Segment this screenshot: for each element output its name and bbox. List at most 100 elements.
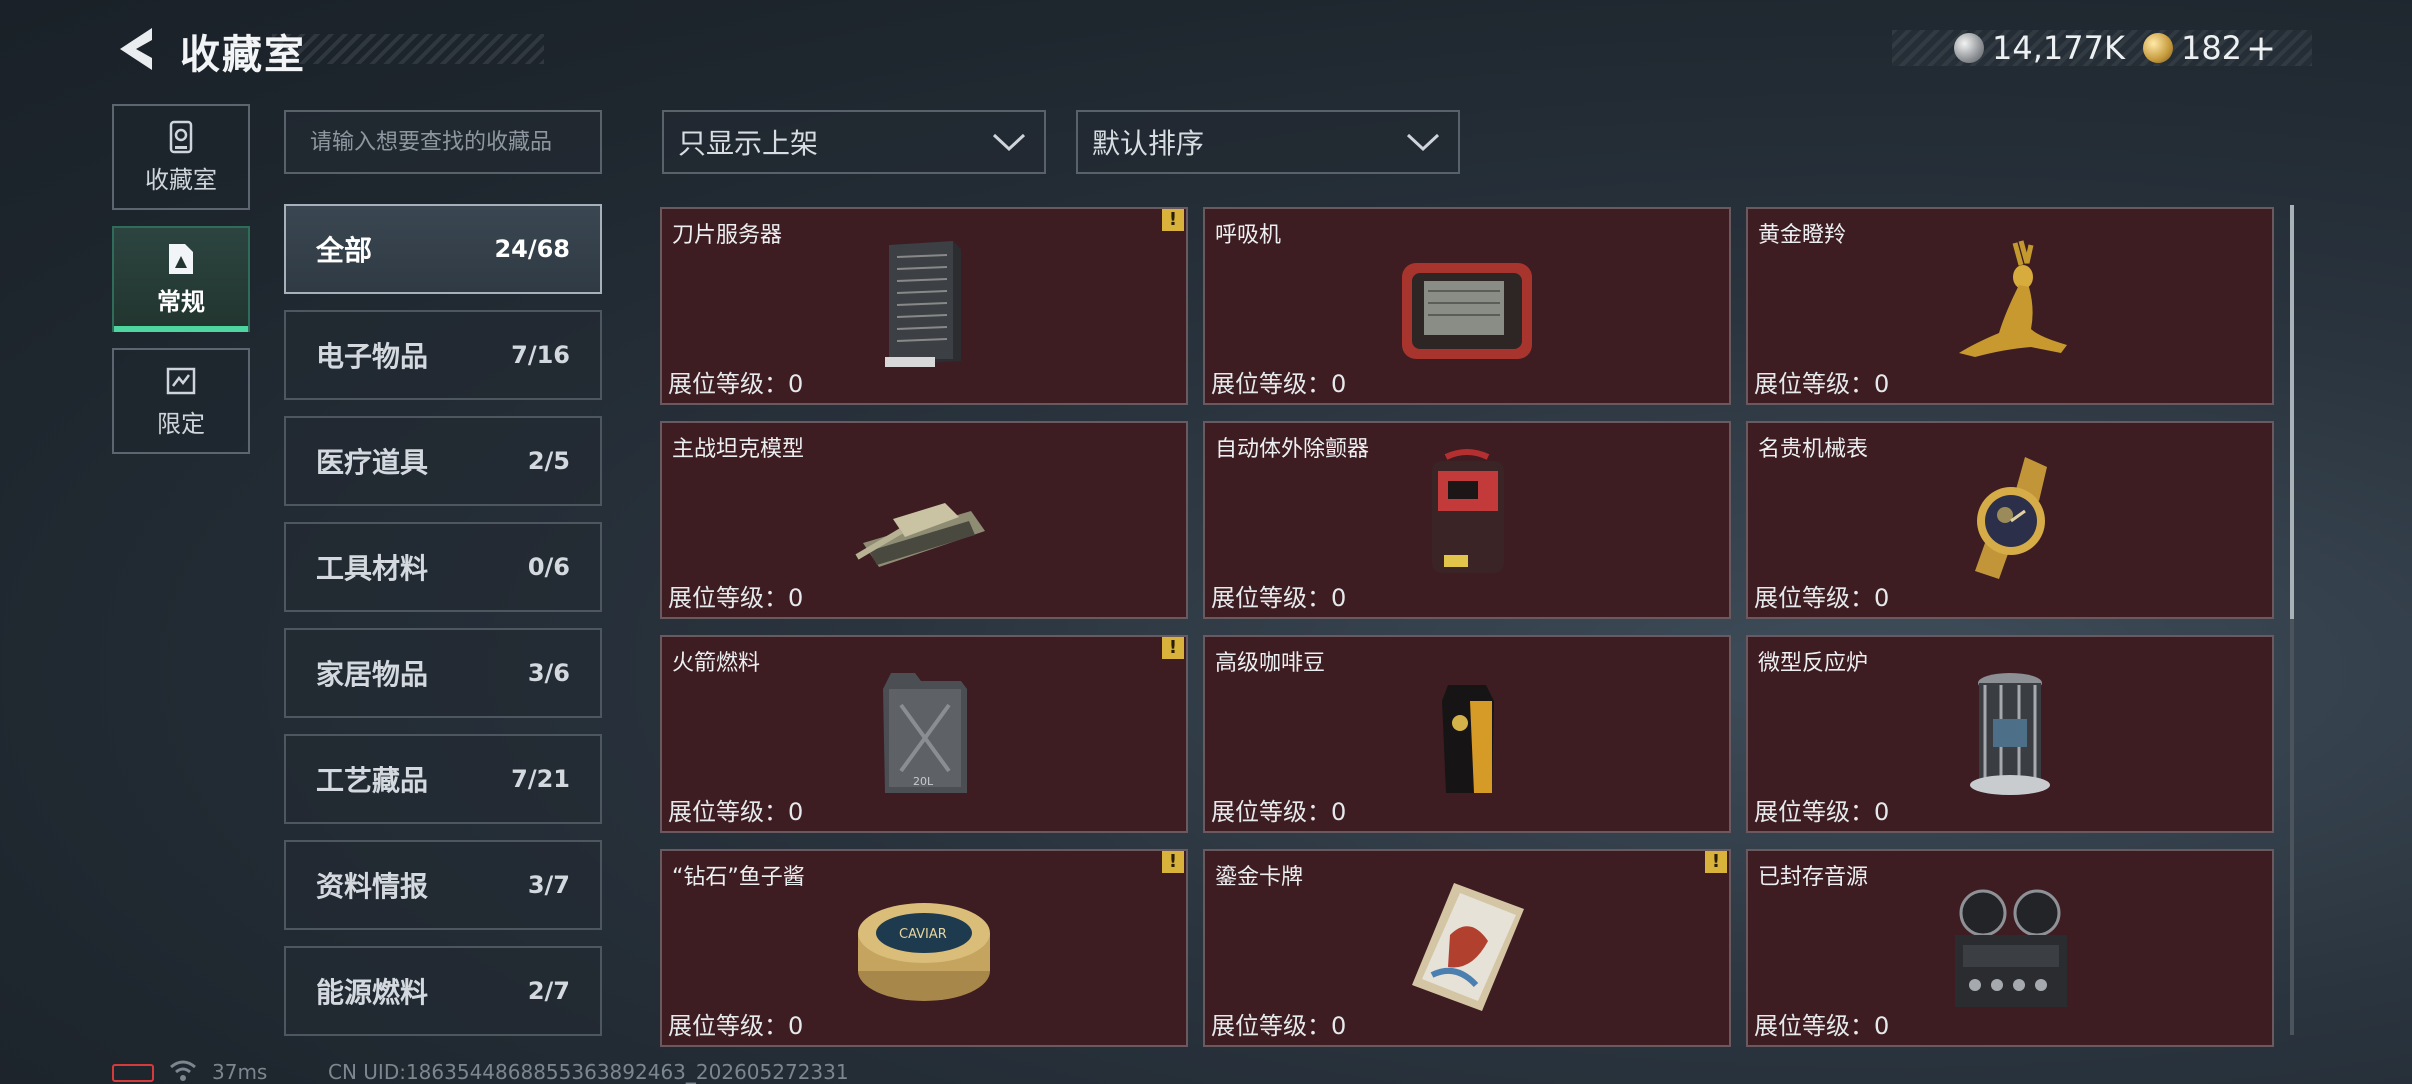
- luxury-watch-icon: [1975, 457, 2047, 579]
- category-count: 7/16: [511, 341, 570, 369]
- item-card[interactable]: 已封存音源 展位等级：0: [1746, 849, 2274, 1047]
- defibrillator-icon: [1432, 449, 1504, 573]
- rail-label: 收藏室: [145, 165, 217, 194]
- warning-icon: !: [1162, 209, 1184, 231]
- coffee-beans-icon: [1442, 685, 1494, 793]
- item-name: 名贵机械表: [1758, 437, 1869, 462]
- category-all[interactable]: 全部 24/68: [284, 204, 602, 294]
- category-label: 电子物品: [316, 340, 429, 373]
- page-title: 收藏室: [180, 32, 306, 78]
- item-name: 刀片服务器: [672, 223, 783, 248]
- search-box[interactable]: [284, 110, 602, 174]
- booth-level: 展位等级：0: [1754, 1012, 1890, 1040]
- item-name: 火箭燃料: [672, 651, 761, 676]
- item-name: 鎏金卡牌: [1215, 865, 1304, 890]
- caviar-icon: CAVIAR: [858, 903, 990, 1001]
- item-card[interactable]: 微型反应炉 展位等级：0: [1746, 635, 2274, 833]
- category-crafts[interactable]: 工艺藏品 7/21: [284, 734, 602, 824]
- category-label: 全部: [316, 234, 373, 267]
- rail-item-regular[interactable]: 常规: [112, 226, 250, 332]
- gold-amount: 182: [2180, 29, 2243, 67]
- booth-level: 展位等级：0: [1754, 584, 1890, 612]
- category-count: 24/68: [494, 235, 570, 263]
- currency-silver: 14,177K: [1954, 29, 2125, 67]
- item-name: 已封存音源: [1758, 865, 1869, 890]
- currency-bar: 14,177K 182 +: [1892, 28, 2312, 69]
- booth-level: 展位等级：0: [1211, 1012, 1347, 1040]
- ping-value: 37ms: [212, 1060, 268, 1084]
- item-card[interactable]: 黄金瞪羚 展位等级：0: [1746, 207, 2274, 405]
- battery-icon: [112, 1064, 154, 1082]
- category-label: 工艺藏品: [316, 764, 429, 797]
- category-medical[interactable]: 医疗道具 2/5: [284, 416, 602, 506]
- item-card[interactable]: 火箭燃料 ! 20L 展位等级：0: [660, 635, 1188, 833]
- warning-icon: !: [1162, 637, 1184, 659]
- caviar-label: CAVIAR: [899, 927, 947, 942]
- tank-model-icon: [855, 503, 985, 567]
- warning-icon: !: [1162, 851, 1184, 873]
- fuel-can-label: 20L: [913, 775, 934, 788]
- gilded-card-icon: [1412, 883, 1524, 1011]
- booth-level: 展位等级：0: [668, 1012, 804, 1040]
- category-electronics[interactable]: 电子物品 7/16: [284, 310, 602, 400]
- item-card[interactable]: 高级咖啡豆 展位等级：0: [1203, 635, 1731, 833]
- category-intel[interactable]: 资料情报 3/7: [284, 840, 602, 930]
- sealed-audio-icon: [1955, 889, 2067, 1007]
- display-filter-value: 只显示上架: [678, 127, 819, 160]
- item-card[interactable]: 鎏金卡牌 ! 展位等级：0: [1203, 849, 1731, 1047]
- item-card[interactable]: 刀片服务器 ! 展位等级：0: [660, 207, 1188, 405]
- sort-dropdown[interactable]: 默认排序: [1076, 110, 1460, 174]
- item-name: 自动体外除颤器: [1215, 437, 1370, 462]
- golden-gazelle-icon: [1959, 240, 2067, 357]
- gold-coin-icon: [2142, 33, 2173, 63]
- add-currency-button[interactable]: +: [2246, 28, 2276, 69]
- rail-label: 限定: [157, 409, 205, 438]
- collection-room-icon: [169, 120, 193, 153]
- grid-scrollbar-thumb[interactable]: [2290, 205, 2294, 619]
- category-household[interactable]: 家居物品 3/6: [284, 628, 602, 718]
- category-count: 2/7: [527, 977, 570, 1005]
- item-card[interactable]: “钻石”鱼子酱 ! CAVIAR 展位等级：0: [660, 849, 1188, 1047]
- item-name: 微型反应炉: [1758, 651, 1869, 676]
- booth-level: 展位等级：0: [1754, 370, 1890, 398]
- rocket-fuel-icon: 20L: [883, 673, 967, 793]
- search-input[interactable]: [310, 129, 600, 155]
- warning-icon: !: [1705, 851, 1727, 873]
- category-fuel[interactable]: 能源燃料 2/7: [284, 946, 602, 1036]
- silver-amount: 14,177K: [1992, 29, 2125, 67]
- category-count: 3/7: [527, 871, 570, 899]
- regular-icon: [169, 243, 193, 274]
- currency-gold[interactable]: 182 +: [2142, 28, 2276, 69]
- item-name: 高级咖啡豆: [1215, 651, 1326, 676]
- ventilator-icon: [1402, 263, 1532, 359]
- wifi-icon: [170, 1060, 196, 1081]
- category-count: 3/6: [527, 659, 570, 687]
- uid-text: CN UID:1863544868855363892463_2026052723…: [328, 1060, 849, 1084]
- item-card[interactable]: 主战坦克模型 展位等级：0: [660, 421, 1188, 619]
- item-name: “钻石”鱼子酱: [672, 865, 805, 890]
- sort-value: 默认排序: [1092, 127, 1205, 160]
- item-card[interactable]: 自动体外除颤器 展位等级：0: [1203, 421, 1731, 619]
- item-card[interactable]: 名贵机械表 展位等级：0: [1746, 421, 2274, 619]
- silver-coin-icon: [1954, 33, 1984, 63]
- booth-level: 展位等级：0: [668, 798, 804, 826]
- booth-level: 展位等级：0: [668, 370, 804, 398]
- rail-label: 常规: [157, 287, 205, 316]
- item-card[interactable]: 呼吸机 展位等级：0: [1203, 207, 1731, 405]
- chevron-down-icon: [992, 133, 1026, 152]
- booth-level: 展位等级：0: [668, 584, 804, 612]
- booth-level: 展位等级：0: [1211, 798, 1347, 826]
- category-tools[interactable]: 工具材料 0/6: [284, 522, 602, 612]
- category-label: 家居物品: [316, 658, 429, 691]
- back-arrow-icon[interactable]: [112, 24, 158, 74]
- display-filter-dropdown[interactable]: 只显示上架: [662, 110, 1046, 174]
- category-label: 能源燃料: [316, 976, 429, 1009]
- rail-item-limited[interactable]: 限定: [112, 348, 250, 454]
- booth-level: 展位等级：0: [1211, 370, 1347, 398]
- booth-level: 展位等级：0: [1211, 584, 1347, 612]
- category-label: 工具材料: [316, 552, 429, 585]
- rail-item-collection-room[interactable]: 收藏室: [112, 104, 250, 210]
- title-decoration: [272, 34, 544, 64]
- item-name: 主战坦克模型: [672, 437, 805, 462]
- category-label: 医疗道具: [316, 446, 429, 479]
